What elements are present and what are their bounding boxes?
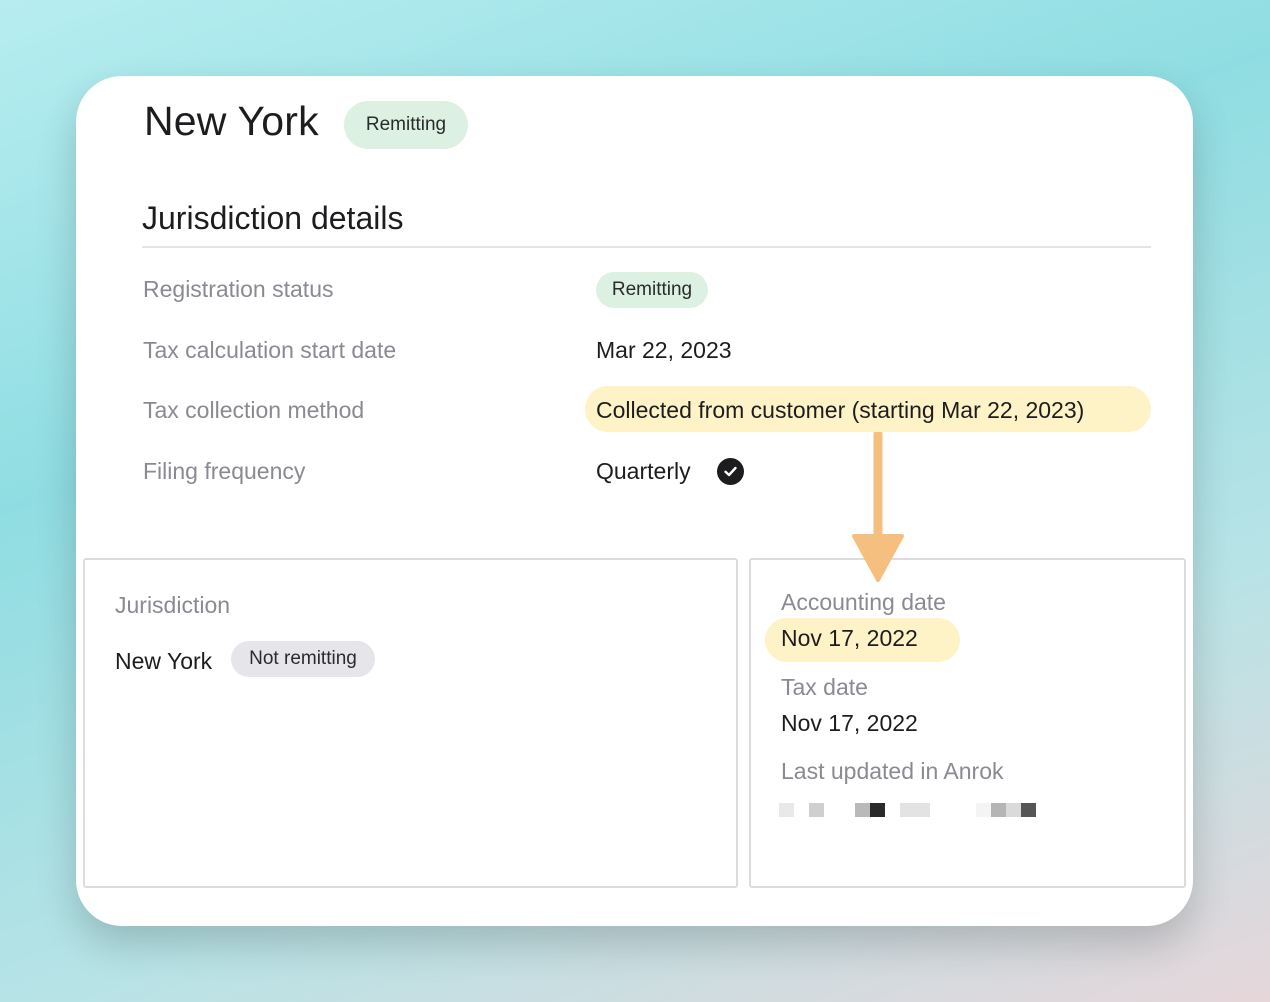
jurisdiction-name: New York [115,648,213,674]
registration-status-badge: Remitting [596,272,708,308]
tax-calculation-start-date-label: Tax calculation start date [143,337,397,363]
tax-calculation-start-date-value: Mar 22, 2023 [596,337,732,363]
status-badge: Remitting [344,101,468,149]
jurisdiction-panel: Jurisdiction New York Not remitting [83,558,738,888]
check-circle-icon [717,458,744,485]
filing-frequency-label: Filing frequency [143,458,306,484]
tax-date-label: Tax date [781,674,868,700]
tax-date-value: Nov 17, 2022 [781,710,918,736]
arrow-down-icon [852,432,904,582]
filing-frequency-value: Quarterly [596,458,691,484]
not-remitting-badge: Not remitting [231,641,375,677]
jurisdiction-label: Jurisdiction [115,592,231,618]
registration-status-label: Registration status [143,276,334,302]
tax-collection-method-value: Collected from customer (starting Mar 22… [596,397,1085,423]
dates-panel: Accounting date Nov 17, 2022 Tax date No… [749,558,1186,888]
section-divider [142,246,1151,248]
jurisdiction-card: New York Remitting Jurisdiction details … [76,76,1193,926]
accounting-date-value: Nov 17, 2022 [781,625,918,651]
section-title: Jurisdiction details [142,200,404,236]
last-updated-label: Last updated in Anrok [781,758,1004,784]
page-title: New York [144,98,319,144]
accounting-date-label: Accounting date [781,589,946,615]
tax-collection-method-label: Tax collection method [143,397,365,423]
